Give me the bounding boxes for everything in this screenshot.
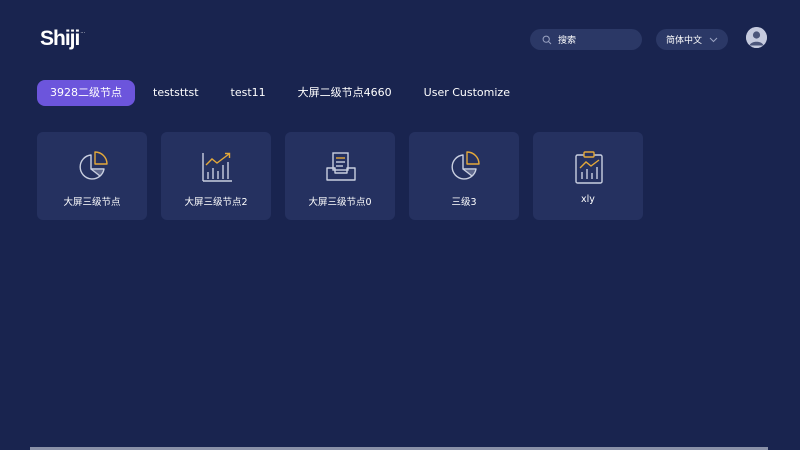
card-item[interactable]: 三级3 — [409, 132, 519, 220]
tab-test11[interactable]: test11 — [217, 80, 280, 106]
tab-3928[interactable]: 3928二级节点 — [37, 80, 135, 106]
pie-chart-icon — [451, 151, 480, 180]
logo-dots: ··· — [80, 30, 86, 36]
card-label: xly — [581, 194, 595, 205]
card-label: 三级3 — [451, 197, 477, 208]
tab-large-screen-4660[interactable]: 大屏二级节点4660 — [284, 80, 406, 106]
card-item[interactable]: xly — [533, 132, 643, 220]
card-item[interactable]: 大屏三级节点2 — [161, 132, 271, 220]
language-select[interactable]: 简体中文 — [656, 29, 728, 50]
chevron-down-icon — [709, 37, 718, 42]
card-item[interactable]: 大屏三级节点0 — [285, 132, 395, 220]
card-label: 大屏三级节点2 — [184, 197, 248, 208]
card-grid: 大屏三级节点 大屏三级节点2 大屏三级节点0 三级3 xly — [37, 132, 657, 220]
bar-trend-chart-icon — [202, 152, 232, 182]
logo[interactable]: Shiji ··· — [40, 27, 85, 51]
card-label: 大屏三级节点 — [63, 197, 121, 208]
card-label: 大屏三级节点0 — [308, 197, 372, 208]
tab-bar: 3928二级节点 teststtst test11 大屏二级节点4660 Use… — [37, 80, 524, 106]
page: Shiji ··· 搜索 简体中文 3928二级节点 teststtst tes… — [0, 0, 800, 450]
logo-text: Shiji — [40, 27, 80, 50]
inbox-tray-icon — [326, 152, 356, 181]
user-icon — [746, 27, 767, 48]
search-box[interactable]: 搜索 — [530, 29, 642, 50]
clipboard-chart-icon — [575, 151, 603, 184]
search-icon — [542, 35, 552, 44]
tab-user-customize[interactable]: User Customize — [410, 80, 524, 106]
language-label: 简体中文 — [665, 36, 702, 46]
tab-teststtst[interactable]: teststtst — [139, 80, 213, 106]
pie-chart-icon — [79, 151, 108, 180]
search-placeholder: 搜索 — [558, 36, 577, 46]
avatar[interactable] — [746, 27, 767, 48]
card-item[interactable]: 大屏三级节点 — [37, 132, 147, 220]
